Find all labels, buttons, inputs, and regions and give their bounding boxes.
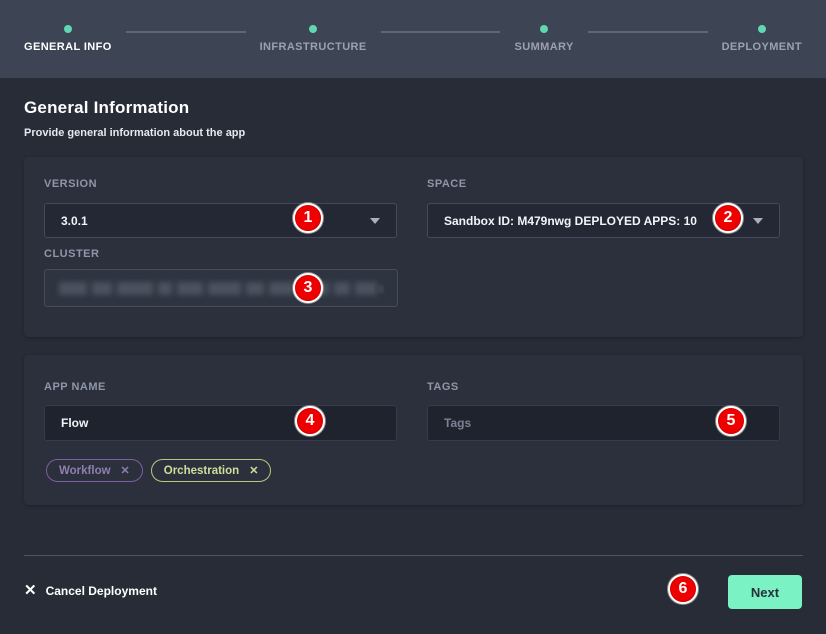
step-connector bbox=[126, 31, 246, 33]
annotation-badge-4: 4 bbox=[295, 406, 325, 436]
tag-chip-workflow[interactable]: Workflow ✕ bbox=[46, 459, 143, 482]
annotation-badge-5: 5 bbox=[716, 406, 746, 436]
next-button[interactable]: Next bbox=[728, 575, 802, 609]
annotation-badge-1: 1 bbox=[293, 203, 323, 233]
app-name-input[interactable] bbox=[44, 405, 397, 441]
step-dot-icon bbox=[540, 25, 548, 33]
step-dot-icon bbox=[758, 25, 766, 33]
annotation-badge-6: 6 bbox=[668, 574, 698, 604]
chevron-down-icon bbox=[370, 218, 380, 224]
deployment-wizard: GENERAL INFO INFRASTRUCTURE SUMMARY DEPL… bbox=[0, 0, 826, 634]
step-connector bbox=[588, 31, 708, 33]
tag-chip-label: Workflow bbox=[59, 465, 111, 477]
cluster-redacted-value bbox=[59, 282, 377, 295]
step-dot-icon bbox=[64, 25, 72, 33]
cancel-deployment-button[interactable]: ✕ Cancel Deployment bbox=[24, 583, 157, 598]
step-label: INFRASTRUCTURE bbox=[260, 41, 367, 53]
space-value: Sandbox ID: M479nwg DEPLOYED APPS: 10 bbox=[444, 214, 697, 228]
tags-label: TAGS bbox=[427, 381, 459, 393]
step-label: DEPLOYMENT bbox=[722, 41, 802, 53]
step-general-info[interactable]: GENERAL INFO bbox=[24, 25, 112, 53]
space-label: SPACE bbox=[427, 178, 467, 190]
wizard-stepper: GENERAL INFO INFRASTRUCTURE SUMMARY DEPL… bbox=[0, 0, 826, 78]
step-connector bbox=[381, 31, 501, 33]
tag-chip-list: Workflow ✕ Orchestration ✕ bbox=[46, 459, 271, 482]
tag-chip-label: Orchestration bbox=[164, 465, 239, 477]
cluster-redacted-icon bbox=[376, 285, 384, 293]
cancel-deployment-label: Cancel Deployment bbox=[46, 584, 157, 598]
close-icon: ✕ bbox=[24, 583, 37, 598]
annotation-badge-3: 3 bbox=[293, 273, 323, 303]
version-select[interactable]: 3.0.1 bbox=[44, 203, 397, 238]
app-name-label: APP NAME bbox=[44, 381, 106, 393]
annotation-badge-2: 2 bbox=[713, 203, 743, 233]
page-subtitle: Provide general information about the ap… bbox=[24, 127, 245, 139]
version-label: VERSION bbox=[44, 178, 97, 190]
step-deployment[interactable]: DEPLOYMENT bbox=[722, 25, 802, 53]
remove-tag-icon[interactable]: ✕ bbox=[249, 464, 258, 477]
step-label: SUMMARY bbox=[514, 41, 573, 53]
step-summary[interactable]: SUMMARY bbox=[514, 25, 573, 53]
step-dot-icon bbox=[309, 25, 317, 33]
cluster-label: CLUSTER bbox=[44, 248, 99, 260]
app-details-card: APP NAME TAGS Workflow ✕ Orchestration ✕ bbox=[24, 355, 803, 505]
version-value: 3.0.1 bbox=[61, 214, 88, 228]
step-infrastructure[interactable]: INFRASTRUCTURE bbox=[260, 25, 367, 53]
chevron-down-icon bbox=[753, 218, 763, 224]
step-label: GENERAL INFO bbox=[24, 41, 112, 53]
environment-card: VERSION 3.0.1 SPACE Sandbox ID: M479nwg … bbox=[24, 157, 803, 337]
page-title: General Information bbox=[24, 98, 189, 118]
remove-tag-icon[interactable]: ✕ bbox=[121, 464, 130, 477]
footer-divider bbox=[24, 555, 803, 556]
tag-chip-orchestration[interactable]: Orchestration ✕ bbox=[151, 459, 272, 482]
cluster-field[interactable] bbox=[44, 269, 398, 307]
